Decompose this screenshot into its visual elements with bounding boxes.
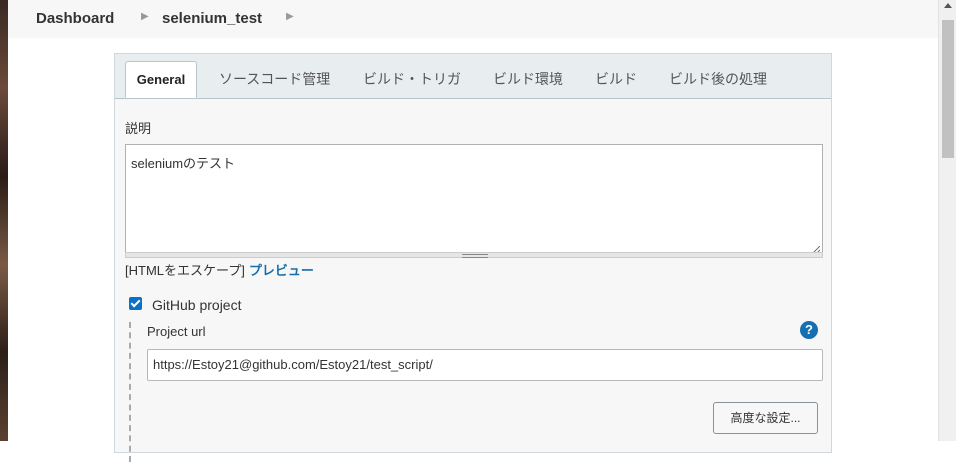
- tab-build-triggers[interactable]: ビルド・トリガ: [363, 69, 461, 89]
- escape-note: [HTMLをエスケープ]: [125, 263, 245, 278]
- project-url-label: Project url: [147, 324, 206, 339]
- breadcrumb-dashboard[interactable]: Dashboard: [36, 10, 114, 27]
- breadcrumb-dropdown-icon[interactable]: ▶: [286, 11, 294, 22]
- window-edge: [956, 0, 964, 441]
- escape-note-line: [HTMLをエスケープ] プレビュー: [125, 260, 314, 279]
- tab-post-build[interactable]: ビルド後の処理: [669, 69, 767, 89]
- advanced-settings-button[interactable]: 高度な設定...: [713, 402, 818, 434]
- background-strip: [0, 0, 8, 441]
- description-label: 説明: [125, 121, 152, 136]
- help-icon[interactable]: ?: [800, 321, 818, 339]
- vertical-scrollbar[interactable]: [938, 0, 957, 441]
- tab-general[interactable]: General: [125, 61, 197, 98]
- breadcrumb: Dashboard ▶ selenium_test ▶: [8, 0, 938, 38]
- tab-build-environment[interactable]: ビルド環境: [493, 69, 563, 89]
- config-tabs: General ソースコード管理 ビルド・トリガ ビルド環境 ビルド ビルド後の…: [115, 54, 831, 99]
- description-textarea[interactable]: seleniumのテスト: [125, 144, 823, 257]
- description-value: seleniumのテスト: [131, 156, 236, 171]
- breadcrumb-separator-icon[interactable]: ▶: [141, 11, 149, 22]
- scrollbar-thumb[interactable]: [942, 20, 954, 158]
- project-url-input[interactable]: https://Estoy21@github.com/Estoy21/test_…: [147, 349, 823, 381]
- textarea-grip[interactable]: [125, 252, 823, 258]
- github-project-checkbox[interactable]: [129, 297, 142, 310]
- breadcrumb-job[interactable]: selenium_test: [162, 10, 262, 27]
- tab-scm[interactable]: ソースコード管理: [219, 69, 330, 89]
- preview-link[interactable]: プレビュー: [249, 263, 314, 278]
- config-panel: General ソースコード管理 ビルド・トリガ ビルド環境 ビルド ビルド後の…: [114, 53, 832, 462]
- section-indent-line: [129, 322, 131, 462]
- tab-build[interactable]: ビルド: [595, 69, 637, 89]
- scroll-up-arrow-icon[interactable]: [944, 3, 952, 8]
- github-project-label[interactable]: GitHub project: [152, 297, 241, 313]
